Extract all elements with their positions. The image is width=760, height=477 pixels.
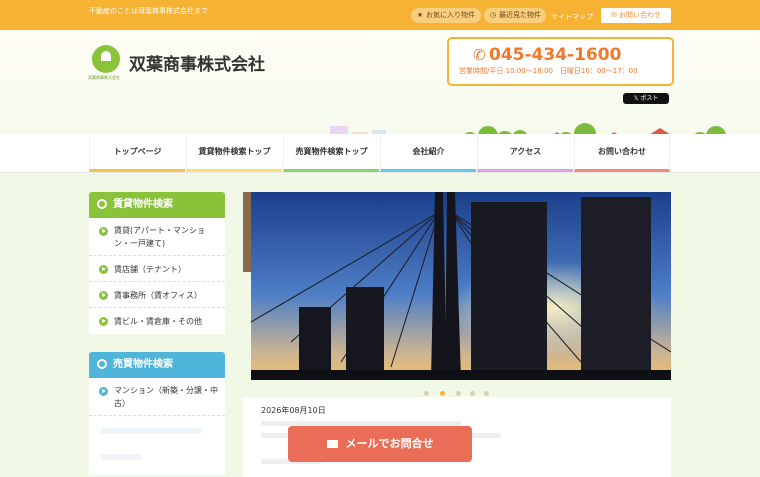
sitemap-link[interactable]: サイトマップ — [551, 12, 593, 22]
mail-inquiry-button[interactable]: メールでお問合せ — [288, 426, 472, 462]
arrow-icon — [99, 265, 108, 274]
rental-search-heading: 賃貸物件検索 — [89, 192, 225, 218]
contact-top-button[interactable]: ✉ お問い合わせ — [601, 8, 671, 23]
faded-list-item — [101, 454, 141, 460]
recent-label: 最近見た物件 — [499, 11, 541, 19]
hero-slider[interactable] — [251, 192, 671, 380]
sale-title: 売買物件検索 — [113, 359, 173, 370]
mail-icon: ✉ — [610, 11, 617, 19]
townscape-illustration — [330, 123, 726, 134]
phone-box: ✆ 045-434-1600 営業時間/平日 10:00～18:00 日曜日10：… — [447, 37, 674, 86]
nav-company[interactable]: 会社紹介 — [380, 134, 476, 172]
clock-icon: ◷ — [489, 11, 497, 19]
nav-label: アクセス — [509, 147, 542, 156]
post-label: ポスト — [640, 95, 659, 102]
slider-dot[interactable] — [470, 391, 475, 396]
slider-dot[interactable] — [424, 391, 429, 396]
arrow-icon — [99, 227, 108, 236]
favorites-button[interactable]: ★ お気に入り物件 — [411, 8, 481, 23]
rental-search-list: 賃貸(アパート・マンション・一戸建て) 賃店舗（テナント） 賃事務所（賃オフィス… — [89, 218, 225, 334]
slider-dot[interactable] — [484, 391, 489, 396]
business-hours: 営業時間/平日 10:00～18:00 日曜日10：00～17：00 — [459, 67, 638, 75]
company-name[interactable]: 双葉商事株式会社 — [129, 50, 265, 75]
top-bar: 不動産のことは双葉商事株式会社まで ★ お気に入り物件 ◷ 最近見た物件 サイトマッ… — [0, 0, 760, 30]
faded-list-item — [101, 428, 201, 434]
arrow-icon — [99, 291, 108, 300]
sale-item-mansion[interactable]: マンション（新築・分譲・中古） — [89, 378, 225, 416]
search-icon — [97, 359, 107, 369]
rental-title: 賃貸物件検索 — [113, 199, 173, 210]
nav-rental-search[interactable]: 賃貸物件検索トップ — [186, 134, 282, 172]
sprout-icon — [101, 51, 111, 61]
nav-label: お問い合わせ — [598, 147, 646, 156]
phone-text: 045-434-1600 — [489, 45, 622, 65]
logo-subtext: 双葉商事株式会社 — [88, 75, 120, 80]
tagline: 不動産のことは双葉商事株式会社まで — [89, 7, 208, 15]
envelope-icon — [326, 440, 338, 448]
sale-item-label: マンション（新築・分譲・中古） — [114, 386, 218, 408]
nav-label: トップページ — [113, 147, 162, 156]
recent-button[interactable]: ◷ 最近見た物件 — [484, 8, 546, 23]
sale-search-heading: 売買物件検索 — [89, 352, 225, 378]
nav-contact[interactable]: お問い合わせ — [574, 134, 670, 172]
nav-top-page[interactable]: トップページ — [89, 134, 185, 172]
news-date: 2026年08月10日 — [261, 406, 326, 415]
rental-item-store[interactable]: 賃店舗（テナント） — [89, 256, 225, 282]
rental-item-label: 賃事務所（賃オフィス） — [114, 291, 202, 300]
star-icon: ★ — [416, 11, 424, 19]
rental-item-label: 賃貸(アパート・マンション・一戸建て) — [114, 226, 205, 248]
rental-item-label: 賃ビル・賃倉庫・その他 — [114, 317, 202, 326]
rental-item-apartment[interactable]: 賃貸(アパート・マンション・一戸建て) — [89, 218, 225, 256]
global-nav: トップページ 賃貸物件検索トップ 売買物件検索トップ 会社紹介 アクセス お問い… — [0, 134, 760, 173]
search-icon — [97, 199, 107, 209]
logo-mark[interactable] — [92, 45, 120, 73]
phone-icon: ✆ — [473, 46, 486, 64]
favorites-label: お気に入り物件 — [426, 11, 475, 19]
rental-item-label: 賃店舗（テナント） — [114, 265, 186, 274]
nav-label: 会社紹介 — [412, 147, 445, 156]
phone-number: ✆ 045-434-1600 — [473, 45, 622, 65]
arrow-icon — [99, 317, 108, 326]
rental-item-office[interactable]: 賃事務所（賃オフィス） — [89, 282, 225, 308]
x-icon: 𝕏 — [633, 95, 639, 102]
nav-access[interactable]: アクセス — [477, 134, 573, 172]
nav-label: 売買物件検索トップ — [295, 147, 368, 156]
mail-button-label: メールでお問合せ — [345, 437, 434, 450]
slider-dot[interactable] — [456, 391, 461, 396]
previous-slide-peek — [243, 192, 251, 272]
contact-top-label: お問い合わせ — [619, 11, 662, 19]
nav-label: 賃貸物件検索トップ — [198, 147, 271, 156]
rental-item-building[interactable]: 賃ビル・賃倉庫・その他 — [89, 308, 225, 334]
x-post-button[interactable]: 𝕏 ポスト — [623, 93, 669, 104]
slider-dot-active[interactable] — [440, 391, 445, 396]
hero-photo-bridge-towers — [251, 192, 671, 380]
nav-sale-search[interactable]: 売買物件検索トップ — [283, 134, 379, 172]
